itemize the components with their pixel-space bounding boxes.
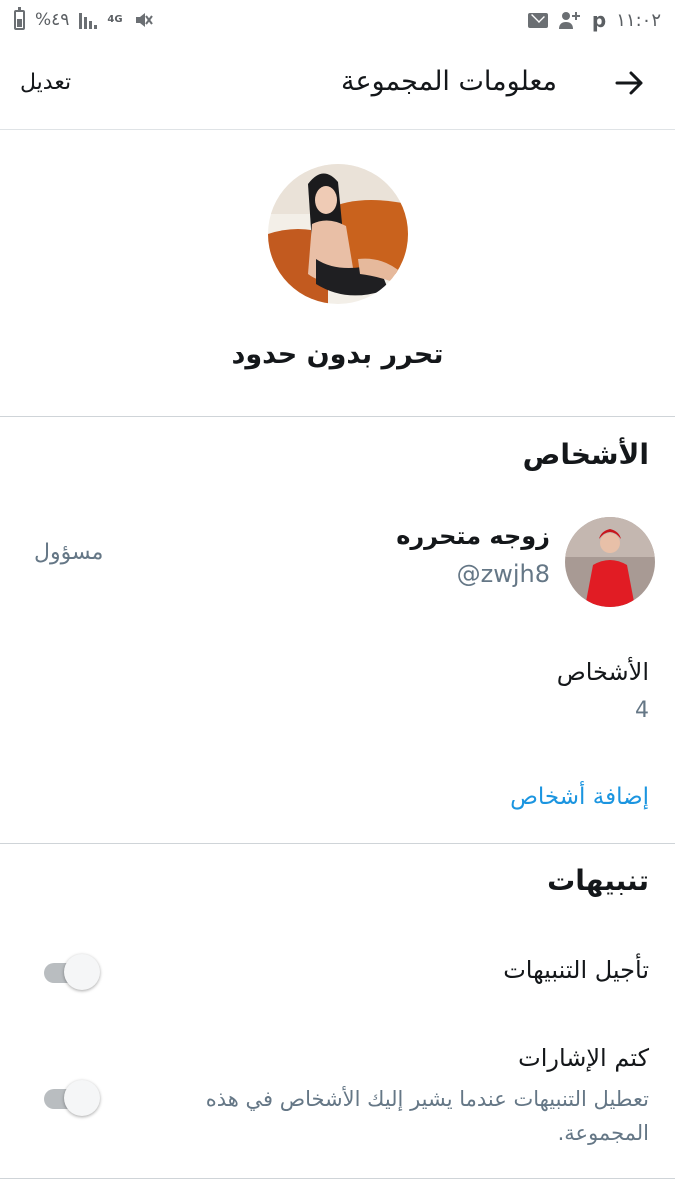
member-name: زوجه متحرره [396,522,550,550]
network-4g-icon: 4G [107,14,123,25]
battery-icon [14,7,25,31]
snooze-notifications-row[interactable]: تأجيل التنبيهات [0,940,675,1010]
member-row[interactable]: زوجه متحرره @zwjh8 مسؤول [0,510,675,620]
members-count-value: 4 [635,698,649,723]
members-count-label: الأشخاص [556,658,649,686]
toggle-knob [64,1080,100,1116]
member-handle: @zwjh8 [456,560,550,588]
p-icon: p [591,8,607,32]
mute-mentions-description: تعطيل التنبيهات عندما يشير إليك الأشخاص … [205,1087,649,1145]
status-right: p ١١:٠٢ [527,8,661,32]
battery-percent: %٤٩ [35,10,70,30]
app-header: معلومات المجموعة تعديل [0,40,675,130]
status-left: %٤٩ 4G [14,7,153,31]
snooze-notifications-toggle[interactable] [44,954,100,990]
mail-icon [527,9,548,31]
status-bar: %٤٩ 4G p ١١:٠٢ [0,0,675,40]
group-name: تحرر بدون حدود [231,339,444,370]
page-title: معلومات المجموعة [341,66,557,97]
back-button[interactable] [613,66,647,100]
signal-icon [79,9,98,31]
members-section-title: الأشخاص [522,438,649,471]
mute-icon [133,9,153,31]
section-divider [0,843,675,844]
mute-mentions-row[interactable]: كتم الإشارات تعطيل التنبيهات عندما يشير … [0,1040,675,1170]
group-summary: تحرر بدون حدود [0,131,675,417]
snooze-notifications-label: تأجيل التنبيهات [503,956,649,984]
bottom-divider [0,1178,675,1179]
arrow-right-icon [615,71,643,95]
mute-mentions-label: كتم الإشارات [518,1044,649,1072]
toggle-knob [64,954,100,990]
notifications-section-title: تنبيهات [547,864,649,897]
mute-mentions-toggle[interactable] [44,1080,100,1116]
edit-button[interactable]: تعديل [20,70,71,95]
member-role-badge: مسؤول [34,540,104,565]
add-people-link[interactable]: إضافة أشخاص [510,784,649,810]
clock: ١١:٠٢ [616,9,661,31]
person-add-icon [558,9,582,31]
member-avatar [565,517,655,607]
group-avatar[interactable] [268,164,408,304]
